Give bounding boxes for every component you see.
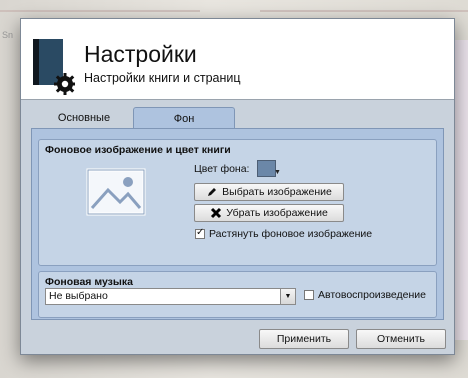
autoplay-label: Автовоспроизведение xyxy=(318,289,427,301)
background-line xyxy=(260,10,468,12)
background-line xyxy=(0,10,200,12)
close-x-icon xyxy=(211,207,222,219)
dialog-title: Настройки xyxy=(84,41,197,67)
tab-panel-background: Фоновое изображение и цвет книги Цвет фо… xyxy=(31,128,444,320)
music-select[interactable]: Не выбрано ▼ xyxy=(45,288,296,305)
stretch-image-label: Растянуть фоновое изображение xyxy=(209,228,373,240)
choose-image-label: Выбрать изображение xyxy=(222,186,332,198)
gear-icon xyxy=(54,73,75,95)
remove-image-label: Убрать изображение xyxy=(226,207,328,219)
chevron-down-icon[interactable]: ▼ xyxy=(274,169,281,176)
background-text: Sn xyxy=(2,30,14,40)
settings-dialog: Настройки Настройки книги и страниц Осно… xyxy=(20,18,455,355)
cancel-button[interactable]: Отменить xyxy=(356,329,446,349)
background-color-label: Цвет фона: xyxy=(194,163,250,175)
group-title: Фоновое изображение и цвет книги xyxy=(45,144,231,156)
background-music-group: Фоновая музыка Не выбрано ▼ Автовоспроиз… xyxy=(38,271,437,318)
dialog-subtitle: Настройки книги и страниц xyxy=(84,71,241,85)
remove-image-button[interactable]: Убрать изображение xyxy=(194,204,344,222)
autoplay-checkbox[interactable] xyxy=(304,290,314,300)
tab-background[interactable]: Фон xyxy=(133,107,235,130)
background-strip xyxy=(454,40,468,340)
book-icon xyxy=(33,39,75,95)
dialog-header: Настройки Настройки книги и страниц xyxy=(21,19,454,100)
pencil-icon xyxy=(208,188,217,196)
stretch-image-checkbox[interactable] xyxy=(195,227,205,239)
apply-button[interactable]: Применить xyxy=(259,329,349,349)
background-image-group: Фоновое изображение и цвет книги Цвет фо… xyxy=(38,139,437,266)
chevron-down-icon[interactable]: ▼ xyxy=(280,289,295,304)
music-select-value: Не выбрано xyxy=(49,290,108,302)
stretch-image-row[interactable]: Растянуть фоновое изображение xyxy=(195,227,373,240)
image-icon xyxy=(86,168,146,216)
group-title: Фоновая музыка xyxy=(45,276,133,288)
tab-general[interactable]: Основные xyxy=(39,108,129,128)
choose-image-button[interactable]: Выбрать изображение xyxy=(194,183,344,201)
autoplay-row[interactable]: Автовоспроизведение xyxy=(304,289,426,301)
